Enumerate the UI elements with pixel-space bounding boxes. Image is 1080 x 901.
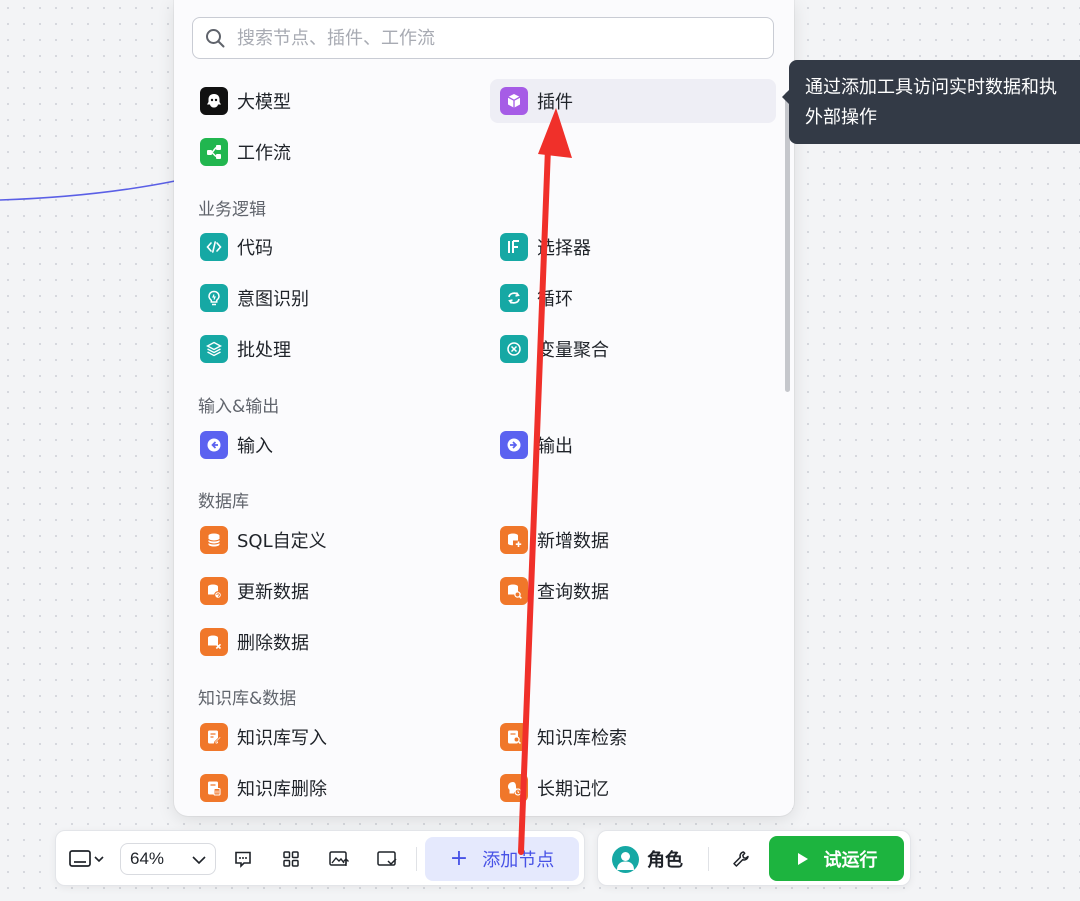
comment-icon <box>235 851 251 868</box>
test-run-button[interactable]: 试运行 <box>769 836 904 881</box>
export-image-button[interactable] <box>324 845 354 873</box>
workflow-icon <box>200 138 228 166</box>
input-icon <box>200 431 228 459</box>
database-add-icon <box>500 526 528 554</box>
node-label: 选择器 <box>537 238 591 259</box>
play-icon <box>797 852 808 865</box>
node-label: 插件 <box>537 92 573 113</box>
comment-button[interactable] <box>228 845 258 873</box>
node-label: 查询数据 <box>537 582 609 603</box>
node-label: 输出 <box>537 436 573 457</box>
node-plugin[interactable]: 插件 <box>490 79 776 123</box>
chevron-down-icon <box>192 856 206 865</box>
minimap-button[interactable] <box>372 845 402 873</box>
node-code[interactable]: 代码 <box>190 225 476 269</box>
node-label: 长期记忆 <box>537 779 609 800</box>
node-label: 代码 <box>237 238 273 259</box>
node-label: 大模型 <box>237 92 291 113</box>
role-button[interactable]: 角色 <box>612 843 683 875</box>
node-long-term-memory[interactable]: 长期记忆 <box>490 766 776 810</box>
grid-layout-icon <box>283 851 299 867</box>
add-node-button[interactable]: + 添加节点 <box>425 837 579 881</box>
node-update-data[interactable]: 更新数据 <box>190 569 476 613</box>
node-loop[interactable]: 循环 <box>490 276 776 320</box>
section-title-io: 输入&输出 <box>198 397 280 417</box>
section-title-database: 数据库 <box>198 492 249 512</box>
canvas-toolbar: 64% + 添加节点 <box>55 830 585 886</box>
section-title-logic: 业务逻辑 <box>198 200 266 220</box>
node-label: 变量聚合 <box>537 340 609 361</box>
add-node-label: 添加节点 <box>482 850 555 871</box>
node-knowledge-write[interactable]: 知识库写入 <box>190 715 476 759</box>
zoom-value: 64% <box>130 849 165 868</box>
plugin-cube-icon <box>500 87 528 115</box>
node-add-data[interactable]: 新增数据 <box>490 518 776 562</box>
node-input[interactable]: 输入 <box>190 423 476 467</box>
database-search-icon <box>500 577 528 605</box>
role-avatar-icon <box>612 845 639 873</box>
plugin-tooltip: 通过添加工具访问实时数据和执 外部操作 <box>782 60 1080 144</box>
database-delete-icon <box>200 628 228 656</box>
node-label: 意图识别 <box>237 289 309 310</box>
search-input[interactable] <box>235 26 759 50</box>
node-label: 删除数据 <box>237 633 309 654</box>
node-knowledge-delete[interactable]: 知识库删除 <box>190 766 476 810</box>
node-batch[interactable]: 批处理 <box>190 327 476 371</box>
test-run-label: 试运行 <box>823 849 878 871</box>
database-update-icon <box>200 577 228 605</box>
role-label: 角色 <box>647 850 683 871</box>
node-variable-aggregate[interactable]: 变量聚合 <box>490 327 776 371</box>
zoom-select[interactable]: 64% <box>120 843 216 875</box>
loop-icon <box>500 284 528 312</box>
output-icon <box>500 431 528 459</box>
database-icon <box>200 526 228 554</box>
wrench-icon <box>733 851 749 867</box>
trackpad-icon <box>69 850 104 867</box>
node-label: 知识库检索 <box>537 728 627 749</box>
image-export-icon <box>329 851 349 866</box>
node-label: 更新数据 <box>237 582 309 603</box>
code-icon <box>200 233 228 261</box>
knowledge-write-icon <box>200 723 228 751</box>
node-label: 知识库写入 <box>237 728 327 749</box>
memory-brain-icon <box>500 774 528 802</box>
node-label: 循环 <box>537 289 573 310</box>
tooltip-line-1: 通过添加工具访问实时数据和执 <box>805 77 1057 98</box>
node-output[interactable]: 输出 <box>490 423 776 467</box>
if-condition-icon <box>500 233 528 261</box>
knowledge-delete-icon <box>200 774 228 802</box>
search-icon <box>206 29 225 48</box>
node-label: 批处理 <box>237 340 291 361</box>
run-toolbar: 角色 试运行 <box>597 830 911 886</box>
node-label: 知识库删除 <box>237 779 327 800</box>
knowledge-search-icon <box>500 723 528 751</box>
node-intent[interactable]: 意图识别 <box>190 276 476 320</box>
node-query-data[interactable]: 查询数据 <box>490 569 776 613</box>
node-llm[interactable]: 大模型 <box>190 79 476 123</box>
node-selector[interactable]: 选择器 <box>490 225 776 269</box>
toolbar-divider <box>708 847 709 871</box>
search-box[interactable] <box>192 17 774 59</box>
lightbulb-icon <box>200 284 228 312</box>
node-label: 输入 <box>237 436 273 457</box>
toolbar-divider <box>416 847 417 871</box>
node-workflow[interactable]: 工作流 <box>190 130 476 174</box>
node-sql-custom[interactable]: SQL自定义 <box>190 518 476 562</box>
section-title-knowledge: 知识库&数据 <box>198 689 297 709</box>
node-delete-data[interactable]: 删除数据 <box>190 620 476 664</box>
minimap-icon <box>377 851 397 866</box>
add-node-panel: 大模型 插件 工作流 业务逻辑 代码 选择器 意图识别 <box>174 0 794 816</box>
debug-tools-button[interactable] <box>726 845 756 873</box>
node-label: 新增数据 <box>537 531 609 552</box>
node-knowledge-search[interactable]: 知识库检索 <box>490 715 776 759</box>
auto-layout-button[interactable] <box>276 845 306 873</box>
interaction-mode-button[interactable] <box>66 845 110 873</box>
node-label: 工作流 <box>237 143 291 164</box>
llm-icon <box>200 87 228 115</box>
node-label: SQL自定义 <box>237 531 327 552</box>
layers-icon <box>200 335 228 363</box>
tooltip-line-2: 外部操作 <box>805 107 877 128</box>
plus-icon: + <box>449 846 469 871</box>
variable-aggregate-icon <box>500 335 528 363</box>
